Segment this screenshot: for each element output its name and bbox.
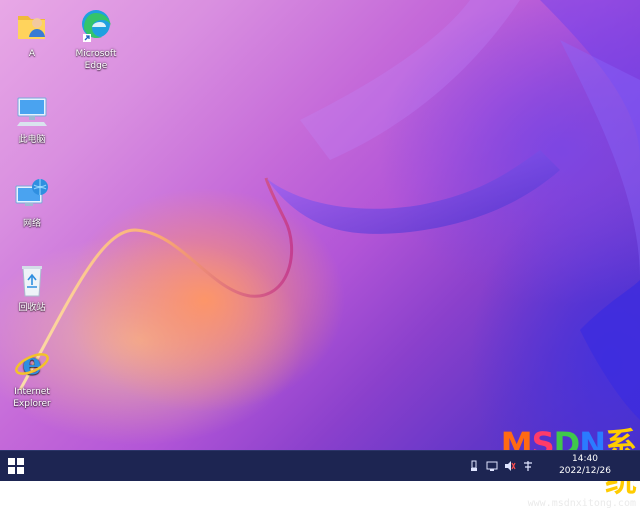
- internet-explorer-icon: e: [12, 344, 52, 384]
- desktop-icon-network[interactable]: 网络: [2, 176, 62, 230]
- user-folder-icon: [12, 6, 52, 46]
- usb-icon[interactable]: [468, 460, 480, 472]
- clock-time: 14:40: [572, 454, 598, 464]
- desktop-icon-edge[interactable]: Microsoft Edge: [66, 6, 126, 72]
- desktop-icon-label: 此电脑: [18, 135, 46, 145]
- clock-date: 2022/12/26: [559, 466, 611, 476]
- svg-text:e: e: [22, 347, 41, 382]
- taskbar-clock[interactable]: 14:40 2022/12/26: [550, 453, 620, 477]
- taskbar: 14:40 2022/12/26: [0, 450, 640, 481]
- desktop-icon-label: 网络: [22, 219, 41, 229]
- volume-icon[interactable]: [504, 460, 516, 472]
- windows-start-icon[interactable]: [8, 458, 24, 474]
- desktop-icon-label: Microsoft Edge: [75, 49, 117, 71]
- desktop-icon-label: 回收站: [18, 303, 46, 313]
- desktop-icon-this-pc[interactable]: 此电脑: [2, 92, 62, 146]
- edge-icon: [76, 6, 116, 46]
- desktop-icon-user[interactable]: A: [2, 6, 62, 60]
- input-method-icon[interactable]: [522, 460, 534, 472]
- desktop-icon-label: Internet Explorer: [13, 387, 51, 409]
- computer-icon: [12, 92, 52, 132]
- desktop-icon-label: A: [28, 49, 36, 59]
- desktop-icon-recycle-bin[interactable]: 回收站: [2, 260, 62, 314]
- recycle-bin-icon: [12, 260, 52, 300]
- network-icon: [12, 176, 52, 216]
- desktop-icon-internet-explorer[interactable]: e Internet Explorer: [2, 344, 62, 410]
- watermark-site: www.msdnxitong.com: [527, 498, 636, 509]
- network-tray-icon[interactable]: [486, 460, 498, 472]
